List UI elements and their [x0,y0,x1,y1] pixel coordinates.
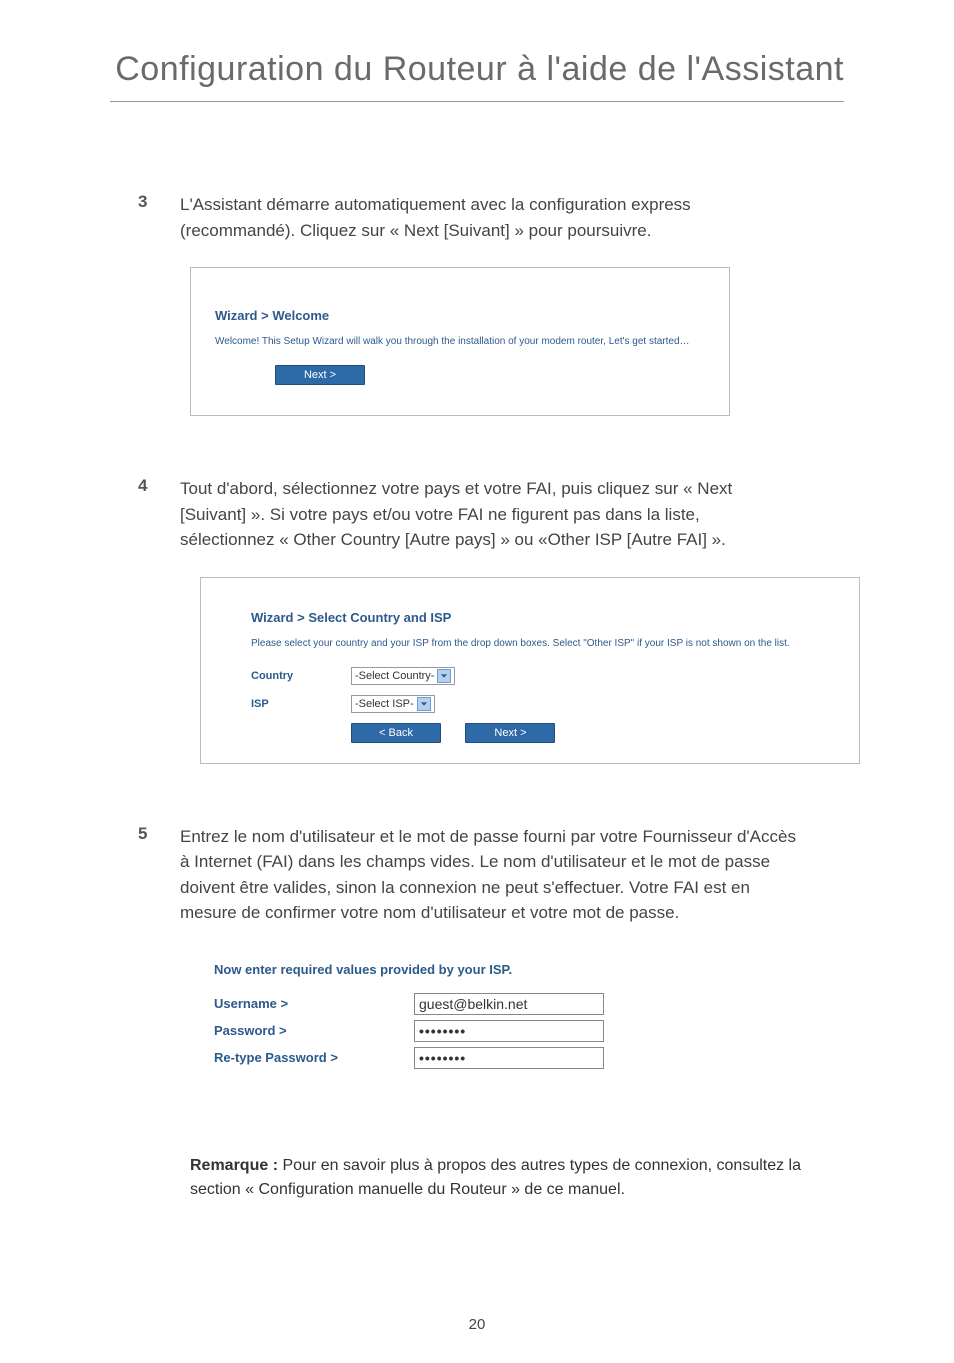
isp-select-value: -Select ISP- [355,698,414,710]
credentials-heading: Now enter required values provided by yo… [214,962,706,977]
username-input[interactable]: guest@belkin.net [414,993,604,1015]
wizard-welcome-box: Wizard > Welcome Welcome! This Setup Wiz… [190,267,730,416]
step-5: 5 Entrez le nom d'utilisateur et le mot … [110,824,844,926]
wizard-breadcrumb: Wizard > Select Country and ISP [251,610,835,625]
retype-password-label: Re-type Password > [214,1050,414,1065]
country-label: Country [251,670,351,682]
step-3: 3 L'Assistant démarre automatiquement av… [110,192,844,243]
step-text: Tout d'abord, sélectionnez votre pays et… [180,476,740,553]
wizard-breadcrumb: Wizard > Welcome [215,308,705,323]
remark-text: Pour en savoir plus à propos des autres … [190,1157,801,1198]
step-text: Entrez le nom d'utilisateur et le mot de… [180,824,800,926]
password-input[interactable]: •••••••• [414,1020,604,1042]
username-row: Username > guest@belkin.net [214,993,706,1015]
back-button[interactable]: < Back [351,723,441,743]
retype-password-input[interactable]: •••••••• [414,1047,604,1069]
page-title: Configuration du Routeur à l'aide de l'A… [110,50,844,102]
country-select-value: -Select Country- [355,670,434,682]
remark-label: Remarque : [190,1157,278,1174]
next-button[interactable]: Next > [275,365,365,385]
password-label: Password > [214,1023,414,1038]
username-label: Username > [214,996,414,1011]
next-button[interactable]: Next > [465,723,555,743]
retype-password-row: Re-type Password > •••••••• [214,1047,706,1069]
page-number: 20 [0,1316,954,1333]
step-number: 3 [138,192,180,243]
chevron-down-icon [417,697,431,711]
wizard-country-isp-box: Wizard > Select Country and ISP Please s… [200,577,860,764]
step-text: L'Assistant démarre automatiquement avec… [180,192,740,243]
remark-note: Remarque : Pour en savoir plus à propos … [190,1154,830,1202]
isp-row: ISP -Select ISP- [251,695,835,713]
step-4: 4 Tout d'abord, sélectionnez votre pays … [110,476,844,553]
wizard-credentials-box: Now enter required values provided by yo… [210,950,710,1094]
country-row: Country -Select Country- [251,667,835,685]
country-select[interactable]: -Select Country- [351,667,455,685]
step-number: 4 [138,476,180,553]
isp-label: ISP [251,698,351,710]
isp-select[interactable]: -Select ISP- [351,695,435,713]
chevron-down-icon [437,669,451,683]
password-row: Password > •••••••• [214,1020,706,1042]
step-number: 5 [138,824,180,926]
wizard-description: Welcome! This Setup Wizard will walk you… [215,335,705,349]
wizard-description: Please select your country and your ISP … [251,637,835,651]
